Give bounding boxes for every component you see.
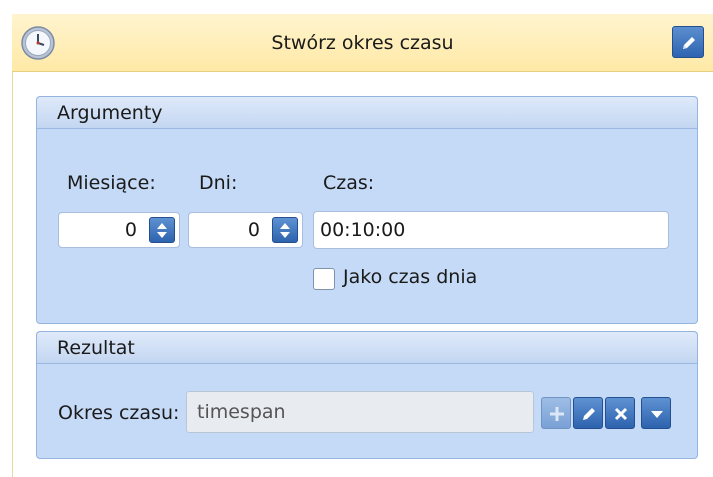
days-value: 0 (247, 219, 260, 241)
time-label: Czas: (323, 172, 375, 194)
months-stepper-button[interactable] (149, 217, 175, 243)
time-input[interactable]: 00:10:00 (313, 211, 669, 249)
result-title: Rezultat (37, 332, 697, 364)
left-border (12, 72, 13, 477)
close-icon (614, 407, 628, 421)
variable-dropdown-button[interactable] (641, 397, 671, 429)
time-of-day-checkbox[interactable] (313, 268, 335, 290)
plus-icon (550, 407, 564, 421)
pencil-icon (583, 408, 595, 420)
months-value: 0 (124, 219, 137, 241)
add-variable-button[interactable] (541, 397, 571, 429)
arguments-group: Argumenty (36, 96, 698, 324)
pencil-icon (683, 37, 695, 49)
edit-action-button[interactable] (672, 26, 704, 58)
chevron-up-icon (157, 223, 167, 229)
chevron-down-icon (157, 232, 167, 238)
chevron-down-icon (280, 232, 290, 238)
time-of-day-label: Jako czas dnia (343, 266, 478, 288)
period-label: Okres czasu: (58, 402, 180, 424)
chevron-up-icon (280, 223, 290, 229)
days-spinner[interactable]: 0 (188, 212, 303, 248)
action-title: Stwórz okres czasu (271, 32, 454, 54)
clear-variable-button[interactable] (605, 397, 635, 429)
edit-variable-button[interactable] (573, 397, 603, 429)
days-stepper-button[interactable] (272, 217, 298, 243)
dropdown-arrow-icon (651, 411, 663, 418)
period-input[interactable]: timespan (186, 391, 534, 433)
arguments-title: Argumenty (37, 97, 697, 129)
days-label: Dni: (199, 172, 238, 194)
action-header: Stwórz okres czasu (12, 14, 713, 72)
months-spinner[interactable]: 0 (58, 212, 180, 248)
months-label: Miesiące: (67, 172, 156, 194)
clock-icon (21, 26, 55, 60)
